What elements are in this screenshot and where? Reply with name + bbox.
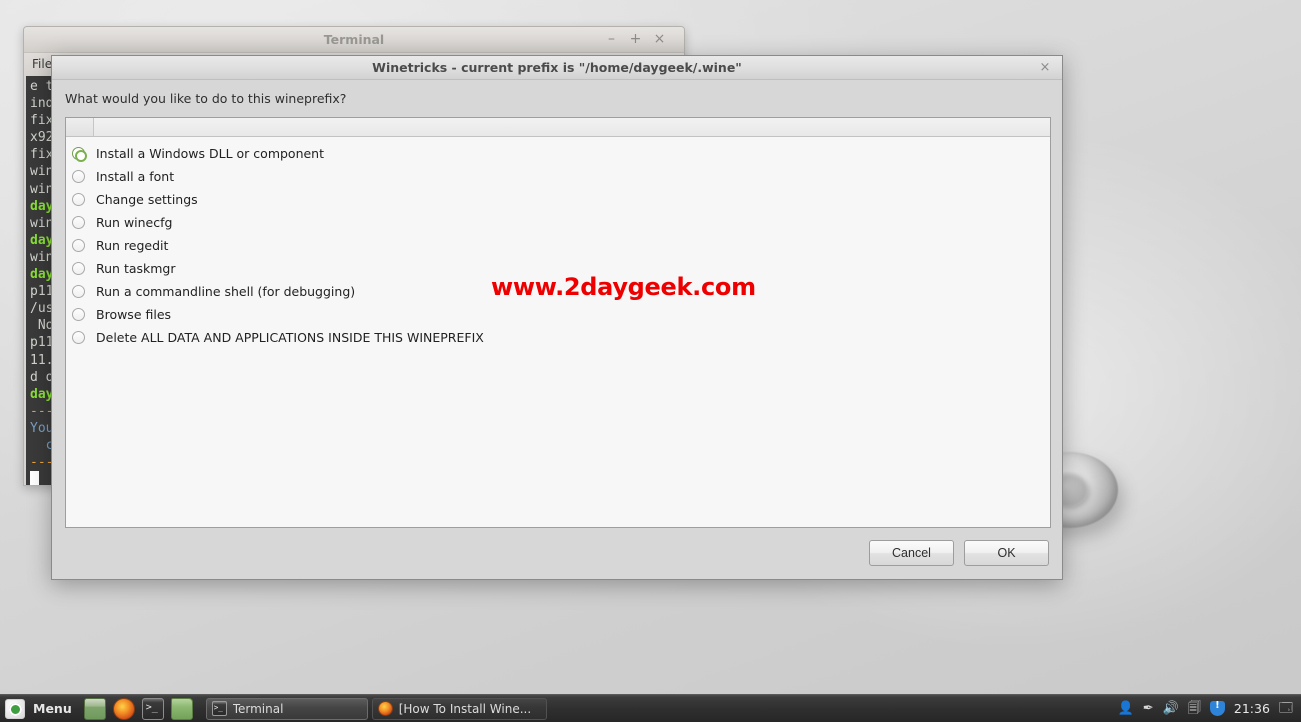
option-row[interactable]: Change settings bbox=[66, 188, 1050, 211]
option-label: Install a font bbox=[96, 169, 175, 184]
option-row[interactable]: Run winecfg bbox=[66, 211, 1050, 234]
close-icon[interactable]: × bbox=[651, 31, 668, 48]
option-list: Install a Windows DLL or component Instal… bbox=[66, 137, 1050, 349]
option-listbox[interactable]: Install a Windows DLL or component Instal… bbox=[65, 117, 1051, 528]
radio-button-icon[interactable] bbox=[72, 262, 85, 275]
terminal-icon[interactable] bbox=[141, 697, 164, 720]
terminal-icon bbox=[211, 701, 227, 716]
radio-button-icon[interactable] bbox=[72, 331, 85, 344]
radio-button-icon[interactable] bbox=[72, 193, 85, 206]
option-label: Run regedit bbox=[96, 238, 169, 253]
pencil-icon[interactable]: ✒ bbox=[1143, 702, 1154, 715]
dialog-title: Winetricks - current prefix is "/home/da… bbox=[372, 60, 742, 75]
radio-button-icon[interactable] bbox=[72, 308, 85, 321]
radio-button-icon[interactable] bbox=[72, 216, 85, 229]
option-row[interactable]: Run regedit bbox=[66, 234, 1050, 257]
option-label: Delete ALL DATA AND APPLICATIONS INSIDE … bbox=[96, 330, 484, 345]
workspace-switcher-icon[interactable]: 🗔 bbox=[1279, 702, 1293, 715]
taskbar-window-label: [How To Install Wine... bbox=[398, 701, 532, 716]
column-header-label[interactable] bbox=[94, 118, 1050, 136]
menu-button-label[interactable]: Menu bbox=[33, 701, 72, 716]
user-icon[interactable]: 👤 bbox=[1118, 702, 1134, 715]
option-label: Run a commandline shell (for debugging) bbox=[96, 284, 356, 299]
firefox-icon bbox=[377, 701, 393, 716]
shield-icon[interactable] bbox=[1209, 701, 1225, 716]
option-label: Run winecfg bbox=[96, 215, 173, 230]
option-row[interactable]: Run a commandline shell (for debugging) bbox=[66, 280, 1050, 303]
close-icon[interactable]: × bbox=[1036, 59, 1054, 77]
menu-item-file[interactable]: File bbox=[32, 57, 52, 71]
winetricks-dialog[interactable]: Winetricks - current prefix is "/home/da… bbox=[51, 55, 1063, 580]
listbox-column-headers bbox=[66, 118, 1050, 137]
option-label: Run taskmgr bbox=[96, 261, 176, 276]
dialog-prompt-text: What would you like to do to this winepr… bbox=[65, 91, 347, 106]
radio-button-icon[interactable] bbox=[72, 147, 87, 162]
firefox-icon[interactable] bbox=[112, 697, 135, 720]
option-label: Change settings bbox=[96, 192, 198, 207]
volume-icon[interactable]: 🔊 bbox=[1163, 702, 1179, 715]
option-label: Browse files bbox=[96, 307, 172, 322]
terminal-window-title: Terminal bbox=[323, 32, 385, 47]
window-button-list: Terminal [How To Install Wine... bbox=[205, 697, 547, 720]
cancel-button[interactable]: Cancel bbox=[869, 540, 954, 566]
desktop: Terminal – + × File e t ind fix x92 fix win wi… bbox=[0, 0, 1301, 722]
file-manager-icon[interactable] bbox=[170, 697, 193, 720]
radio-button-icon[interactable] bbox=[72, 239, 85, 252]
dialog-button-bar: Cancel OK bbox=[869, 540, 1049, 566]
option-row[interactable]: Browse files bbox=[66, 303, 1050, 326]
option-row[interactable]: Install a font bbox=[66, 165, 1050, 188]
taskbar: Menu Terminal [How To Install Wine... 👤 … bbox=[0, 694, 1301, 722]
terminal-titlebar[interactable]: Terminal – + × bbox=[24, 27, 684, 53]
option-label: Install a Windows DLL or component bbox=[96, 146, 325, 161]
ok-button[interactable]: OK bbox=[964, 540, 1049, 566]
minimize-icon[interactable]: – bbox=[603, 31, 620, 48]
radio-button-icon[interactable] bbox=[72, 170, 85, 183]
taskbar-window-label: Terminal bbox=[232, 701, 284, 716]
system-tray: 👤 ✒ 🔊 🗐 21:36 🗔 bbox=[1118, 701, 1301, 716]
clock[interactable]: 21:36 bbox=[1234, 701, 1270, 716]
updates-icon[interactable]: 🗐 bbox=[1188, 702, 1201, 715]
mint-menu-icon[interactable] bbox=[5, 698, 25, 719]
option-row[interactable]: Install a Windows DLL or component bbox=[66, 142, 1050, 165]
radio-button-icon[interactable] bbox=[72, 285, 85, 298]
maximize-icon[interactable]: + bbox=[627, 31, 644, 48]
option-row[interactable]: Delete ALL DATA AND APPLICATIONS INSIDE … bbox=[66, 326, 1050, 349]
taskbar-window-browser[interactable]: [How To Install Wine... bbox=[371, 697, 547, 720]
column-header-radio[interactable] bbox=[66, 118, 94, 136]
option-row[interactable]: Run taskmgr bbox=[66, 257, 1050, 280]
taskbar-window-terminal[interactable]: Terminal bbox=[205, 697, 368, 720]
dialog-titlebar[interactable]: Winetricks - current prefix is "/home/da… bbox=[52, 56, 1062, 80]
show-desktop-icon[interactable] bbox=[83, 697, 106, 720]
